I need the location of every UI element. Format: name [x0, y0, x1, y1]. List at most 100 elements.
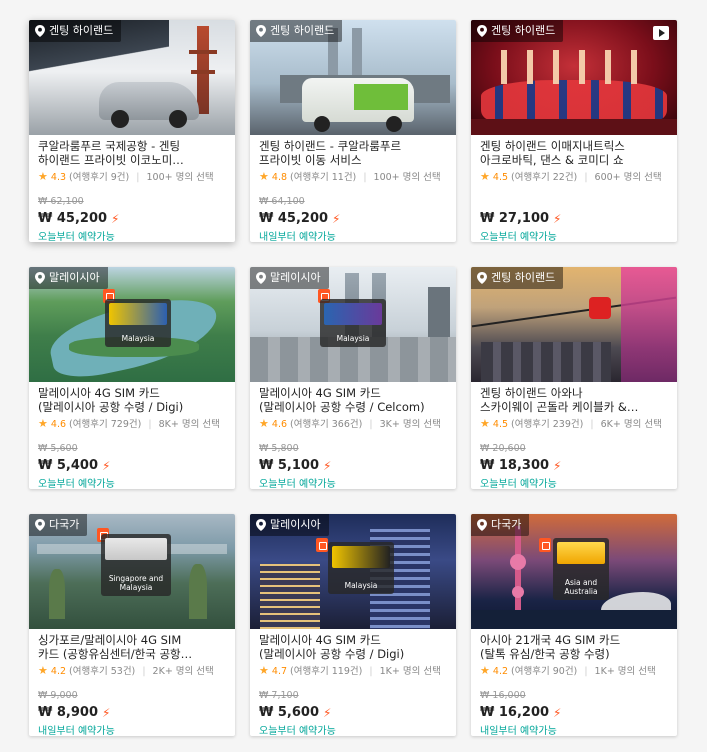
star-icon: ★	[259, 170, 269, 183]
rating-score: 4.7	[271, 666, 288, 677]
location-label: 말레이시아	[49, 271, 100, 284]
rating-row: ★ 4.2 (여행후기 90건) | 1K+ 명의 선택	[480, 664, 669, 678]
location-label: 다국가	[49, 518, 80, 531]
location-label: 겐팅 하이랜드	[270, 24, 335, 37]
product-card[interactable]: Singapore and Malaysia 다국가 싱가포르/말레이시아 4G…	[29, 514, 235, 736]
product-card[interactable]: 겐팅 하이랜드 쿠알라룸푸르 국제공항 - 겐팅 하이랜드 프라이빗 이코노미……	[29, 20, 235, 242]
product-title[interactable]: 말레이시아 4G SIM 카드 (말레이시아 공항 수령 / Digi)	[38, 386, 227, 414]
product-image[interactable]: Malaysia 말레이시아	[250, 514, 456, 629]
sale-price: ₩ 45,200	[259, 211, 329, 226]
product-image[interactable]: Malaysia 말레이시아	[250, 267, 456, 382]
product-image[interactable]: Singapore and Malaysia 다국가	[29, 514, 235, 629]
product-card[interactable]: Asia and Australia 다국가 아시아 21개국 4G SIM 카…	[471, 514, 677, 736]
rating-row: ★ 4.2 (여행후기 53건) | 2K+ 명의 선택	[38, 664, 227, 678]
sim-card-graphic: Malaysia	[320, 299, 386, 347]
location-pin-icon	[35, 519, 45, 531]
sim-chip	[324, 303, 382, 325]
rating-divider: |	[369, 666, 373, 677]
product-image[interactable]: Asia and Australia 다국가	[471, 514, 677, 629]
product-title[interactable]: 겐팅 하이랜드 아와나 스카이웨이 곤돌라 케이블카 &…	[480, 386, 669, 414]
product-info: 쿠알라룸푸르 국제공항 - 겐팅 하이랜드 프라이빗 이코노미… ★ 4.3 (…	[38, 139, 227, 242]
rating-divider: |	[590, 419, 594, 430]
product-title[interactable]: 말레이시아 4G SIM 카드 (말레이시아 공항 수령 / Digi)	[259, 633, 448, 661]
product-title[interactable]: 겐팅 하이랜드 - 쿠알라룸푸르 프라이빗 이동 서비스	[259, 139, 448, 167]
location-badge: 다국가	[471, 514, 530, 536]
rating-row: ★ 4.5 (여행후기 22건) | 600+ 명의 선택	[480, 170, 669, 184]
sale-price: ₩ 5,400	[38, 458, 98, 473]
product-card[interactable]: 겐팅 하이랜드 겐팅 하이랜드 이매지내트릭스 아크로바틱, 댄스 & 코미디 …	[471, 20, 677, 242]
booked-count: 1K+ 명의 선택	[594, 666, 656, 677]
star-icon: ★	[259, 417, 269, 430]
product-title[interactable]: 겐팅 하이랜드 이매지내트릭스 아크로바틱, 댄스 & 코미디 쇼	[480, 139, 669, 167]
rating-row: ★ 4.6 (여행후기 366건) | 3K+ 명의 선택	[259, 417, 448, 431]
star-icon: ★	[480, 664, 490, 677]
location-badge: 말레이시아	[29, 267, 108, 289]
review-count: (여행후기 90건)	[511, 666, 578, 677]
lightning-bolt-icon: ⚡	[332, 212, 341, 226]
location-pin-icon	[477, 519, 487, 531]
location-pin-icon	[256, 519, 266, 531]
sim-card-tag-icon	[316, 538, 328, 552]
video-play-icon[interactable]	[653, 26, 669, 40]
product-card[interactable]: Malaysia 말레이시아 말레이시아 4G SIM 카드 (말레이시아 공항…	[250, 514, 456, 736]
sim-card-label: Singapore and Malaysia	[108, 574, 164, 592]
review-count: (여행후기 119건)	[290, 666, 363, 677]
product-title[interactable]: 싱가포르/말레이시아 4G SIM 카드 (공항유심센터/한국 공항…	[38, 633, 227, 661]
product-card[interactable]: Malaysia 말레이시아 말레이시아 4G SIM 카드 (말레이시아 공항…	[250, 267, 456, 489]
location-badge: 겐팅 하이랜드	[29, 20, 122, 42]
lightning-bolt-icon: ⚡	[323, 459, 332, 473]
sim-card-graphic: Malaysia	[105, 299, 171, 347]
original-price: ₩ 9,000	[38, 690, 78, 701]
product-card[interactable]: 겐팅 하이랜드 겐팅 하이랜드 아와나 스카이웨이 곤돌라 케이블카 &… ★ …	[471, 267, 677, 489]
lightning-bolt-icon: ⚡	[102, 706, 111, 720]
location-label: 다국가	[491, 518, 522, 531]
product-image[interactable]: 겐팅 하이랜드	[471, 20, 677, 135]
review-count: (여행후기 53건)	[69, 666, 136, 677]
star-icon: ★	[38, 417, 48, 430]
lightning-bolt-icon: ⚡	[111, 212, 120, 226]
location-pin-icon	[35, 272, 45, 284]
star-icon: ★	[480, 417, 490, 430]
product-image[interactable]: Malaysia 말레이시아	[29, 267, 235, 382]
location-label: 겐팅 하이랜드	[491, 271, 556, 284]
star-icon: ★	[38, 170, 48, 183]
lightning-bolt-icon: ⚡	[553, 706, 562, 720]
product-title[interactable]: 쿠알라룸푸르 국제공항 - 겐팅 하이랜드 프라이빗 이코노미…	[38, 139, 227, 167]
sim-chip	[557, 542, 605, 564]
location-pin-icon	[256, 25, 266, 37]
price-row: ₩ 16,200 ⚡	[480, 704, 669, 722]
rating-score: 4.3	[50, 172, 67, 183]
product-image[interactable]: 겐팅 하이랜드	[250, 20, 456, 135]
review-count: (여행후기 11건)	[290, 172, 357, 183]
product-info: 싱가포르/말레이시아 4G SIM 카드 (공항유심센터/한국 공항… ★ 4.…	[38, 633, 227, 736]
availability-label: 오늘부터 예약가능	[38, 479, 115, 489]
review-count: (여행후기 22건)	[511, 172, 578, 183]
location-pin-icon	[35, 25, 45, 37]
product-title[interactable]: 말레이시아 4G SIM 카드 (말레이시아 공항 수령 / Celcom)	[259, 386, 448, 414]
lightning-bolt-icon: ⚡	[553, 212, 562, 226]
location-badge: 말레이시아	[250, 514, 329, 536]
product-image[interactable]: 겐팅 하이랜드	[471, 267, 677, 382]
lightning-bolt-icon: ⚡	[323, 706, 332, 720]
product-info: 겐팅 하이랜드 이매지내트릭스 아크로바틱, 댄스 & 코미디 쇼 ★ 4.5 …	[480, 139, 669, 242]
review-count: (여행후기 239건)	[511, 419, 584, 430]
sim-chip	[332, 546, 390, 568]
booked-count: 2K+ 명의 선택	[152, 666, 214, 677]
product-card[interactable]: Malaysia 말레이시아 말레이시아 4G SIM 카드 (말레이시아 공항…	[29, 267, 235, 489]
rating-row: ★ 4.6 (여행후기 729건) | 8K+ 명의 선택	[38, 417, 227, 431]
rating-row: ★ 4.3 (여행후기 9건) | 100+ 명의 선택	[38, 170, 227, 184]
rating-divider: |	[584, 172, 588, 183]
price-row: ₩ 18,300 ⚡	[480, 457, 669, 475]
rating-score: 4.2	[50, 666, 67, 677]
location-badge: 겐팅 하이랜드	[250, 20, 343, 42]
location-pin-icon	[477, 272, 487, 284]
product-title[interactable]: 아시아 21개국 4G SIM 카드 (탈톡 유심/한국 공항 수령)	[480, 633, 669, 661]
availability-label: 내일부터 예약가능	[259, 232, 336, 242]
original-price	[480, 196, 669, 208]
sale-price: ₩ 8,900	[38, 705, 98, 720]
rating-score: 4.5	[492, 172, 509, 183]
product-card[interactable]: 겐팅 하이랜드 겐팅 하이랜드 - 쿠알라룸푸르 프라이빗 이동 서비스 ★ 4…	[250, 20, 456, 242]
availability-label: 오늘부터 예약가능	[259, 726, 336, 736]
product-image[interactable]: 겐팅 하이랜드	[29, 20, 235, 135]
product-info: 아시아 21개국 4G SIM 카드 (탈톡 유심/한국 공항 수령) ★ 4.…	[480, 633, 669, 736]
